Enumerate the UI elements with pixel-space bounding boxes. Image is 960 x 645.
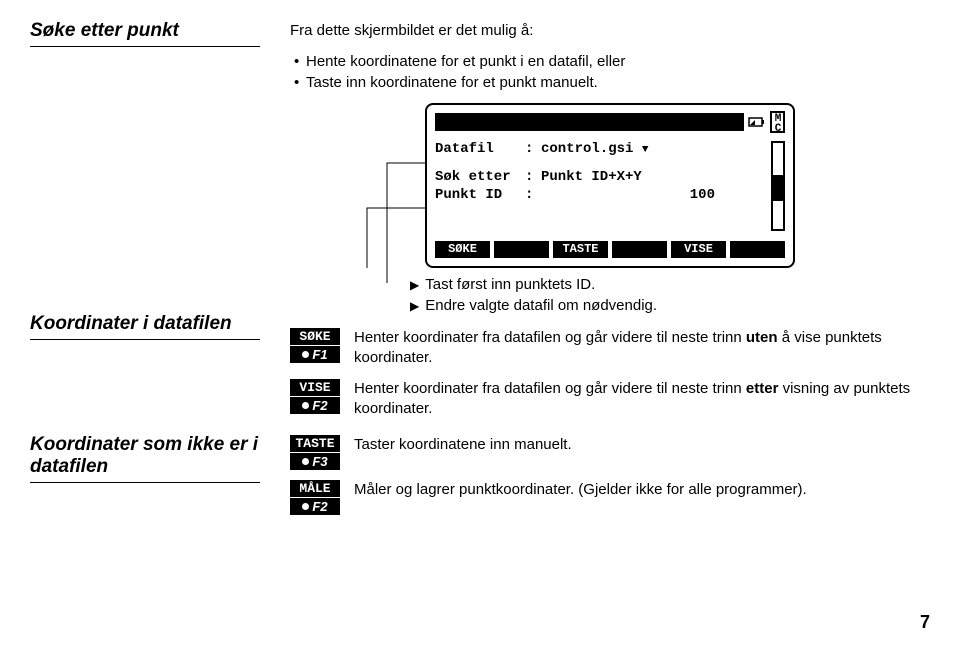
fkey-f3[interactable]: F3 (290, 453, 340, 470)
field-label-punkt-id: Punkt ID (435, 187, 525, 203)
arrow-icon: ▶ (410, 278, 419, 292)
device-screen: MC Datafil : control.gsi ▼ Søk etter : (425, 103, 795, 268)
section-heading-koordinater-ikke-i-datafilen: Koordinater som ikke er i datafilen (30, 434, 260, 478)
field-value-datafil[interactable]: control.gsi ▼ (541, 141, 765, 157)
field-label-datafil: Datafil (435, 141, 525, 157)
fkey-description: Måler og lagrer punktkoordinater. (Gjeld… (354, 480, 930, 500)
note-line: ▶Endre valgte datafil om nødvendig. (410, 297, 930, 314)
fkey-description: Henter koordinater fra datafilen og går … (354, 379, 930, 420)
page-number: 7 (920, 612, 930, 633)
softkey-blank (612, 241, 667, 258)
fkey-label-male[interactable]: MÅLE (290, 480, 340, 497)
softkey-taste[interactable]: TASTE (553, 241, 608, 258)
field-value-sok-etter[interactable]: Punkt ID+X+Y (541, 169, 765, 185)
function-key-row: TASTE F3 Taster koordinatene inn manuelt… (290, 435, 930, 470)
field-value-punkt-id[interactable]: 100 (541, 187, 765, 203)
function-key-row: MÅLE F2 Måler og lagrer punktkoordinater… (290, 480, 930, 515)
fkey-f1[interactable]: F1 (290, 346, 340, 363)
softkey-bar: SØKE TASTE VISE (435, 241, 785, 258)
softkey-soke[interactable]: SØKE (435, 241, 490, 258)
divider (30, 482, 260, 483)
fkey-description: Taster koordinatene inn manuelt. (354, 435, 930, 455)
mc-badge: MC (770, 111, 785, 133)
note-line: ▶Tast først inn punktets ID. (410, 276, 930, 293)
softkey-blank (494, 241, 549, 258)
title-bar (435, 113, 744, 131)
section-heading-koordinater-i-datafilen: Koordinater i datafilen (30, 313, 260, 335)
fkey-description: Henter koordinater fra datafilen og går … (354, 328, 930, 369)
fkey-f2-male[interactable]: F2 (290, 498, 340, 515)
divider (30, 339, 260, 340)
battery-icon (748, 115, 766, 129)
function-key-row: VISE F2 Henter koordinater fra datafilen… (290, 379, 930, 420)
fkey-label-taste[interactable]: TASTE (290, 435, 340, 452)
arrow-icon: ▶ (410, 299, 419, 313)
divider (30, 46, 260, 47)
fkey-label-soke[interactable]: SØKE (290, 328, 340, 345)
field-label-sok-etter: Søk etter (435, 169, 525, 185)
intro-text: Fra dette skjermbildet er det mulig å: (290, 20, 930, 41)
page-title: Søke etter punkt (30, 20, 260, 42)
scrollbar[interactable] (771, 141, 785, 231)
softkey-vise[interactable]: VISE (671, 241, 726, 258)
bullet-item: •Hente koordinatene for et punkt i en da… (294, 51, 930, 72)
softkey-blank (730, 241, 785, 258)
function-key-row: SØKE F1 Henter koordinater fra datafilen… (290, 328, 930, 369)
connector-lines (347, 153, 427, 293)
bullet-item: •Taste inn koordinatene for et punkt man… (294, 72, 930, 93)
scroll-thumb[interactable] (773, 175, 783, 201)
chevron-down-icon[interactable]: ▼ (642, 144, 649, 156)
fkey-f2[interactable]: F2 (290, 397, 340, 414)
fkey-label-vise[interactable]: VISE (290, 379, 340, 396)
